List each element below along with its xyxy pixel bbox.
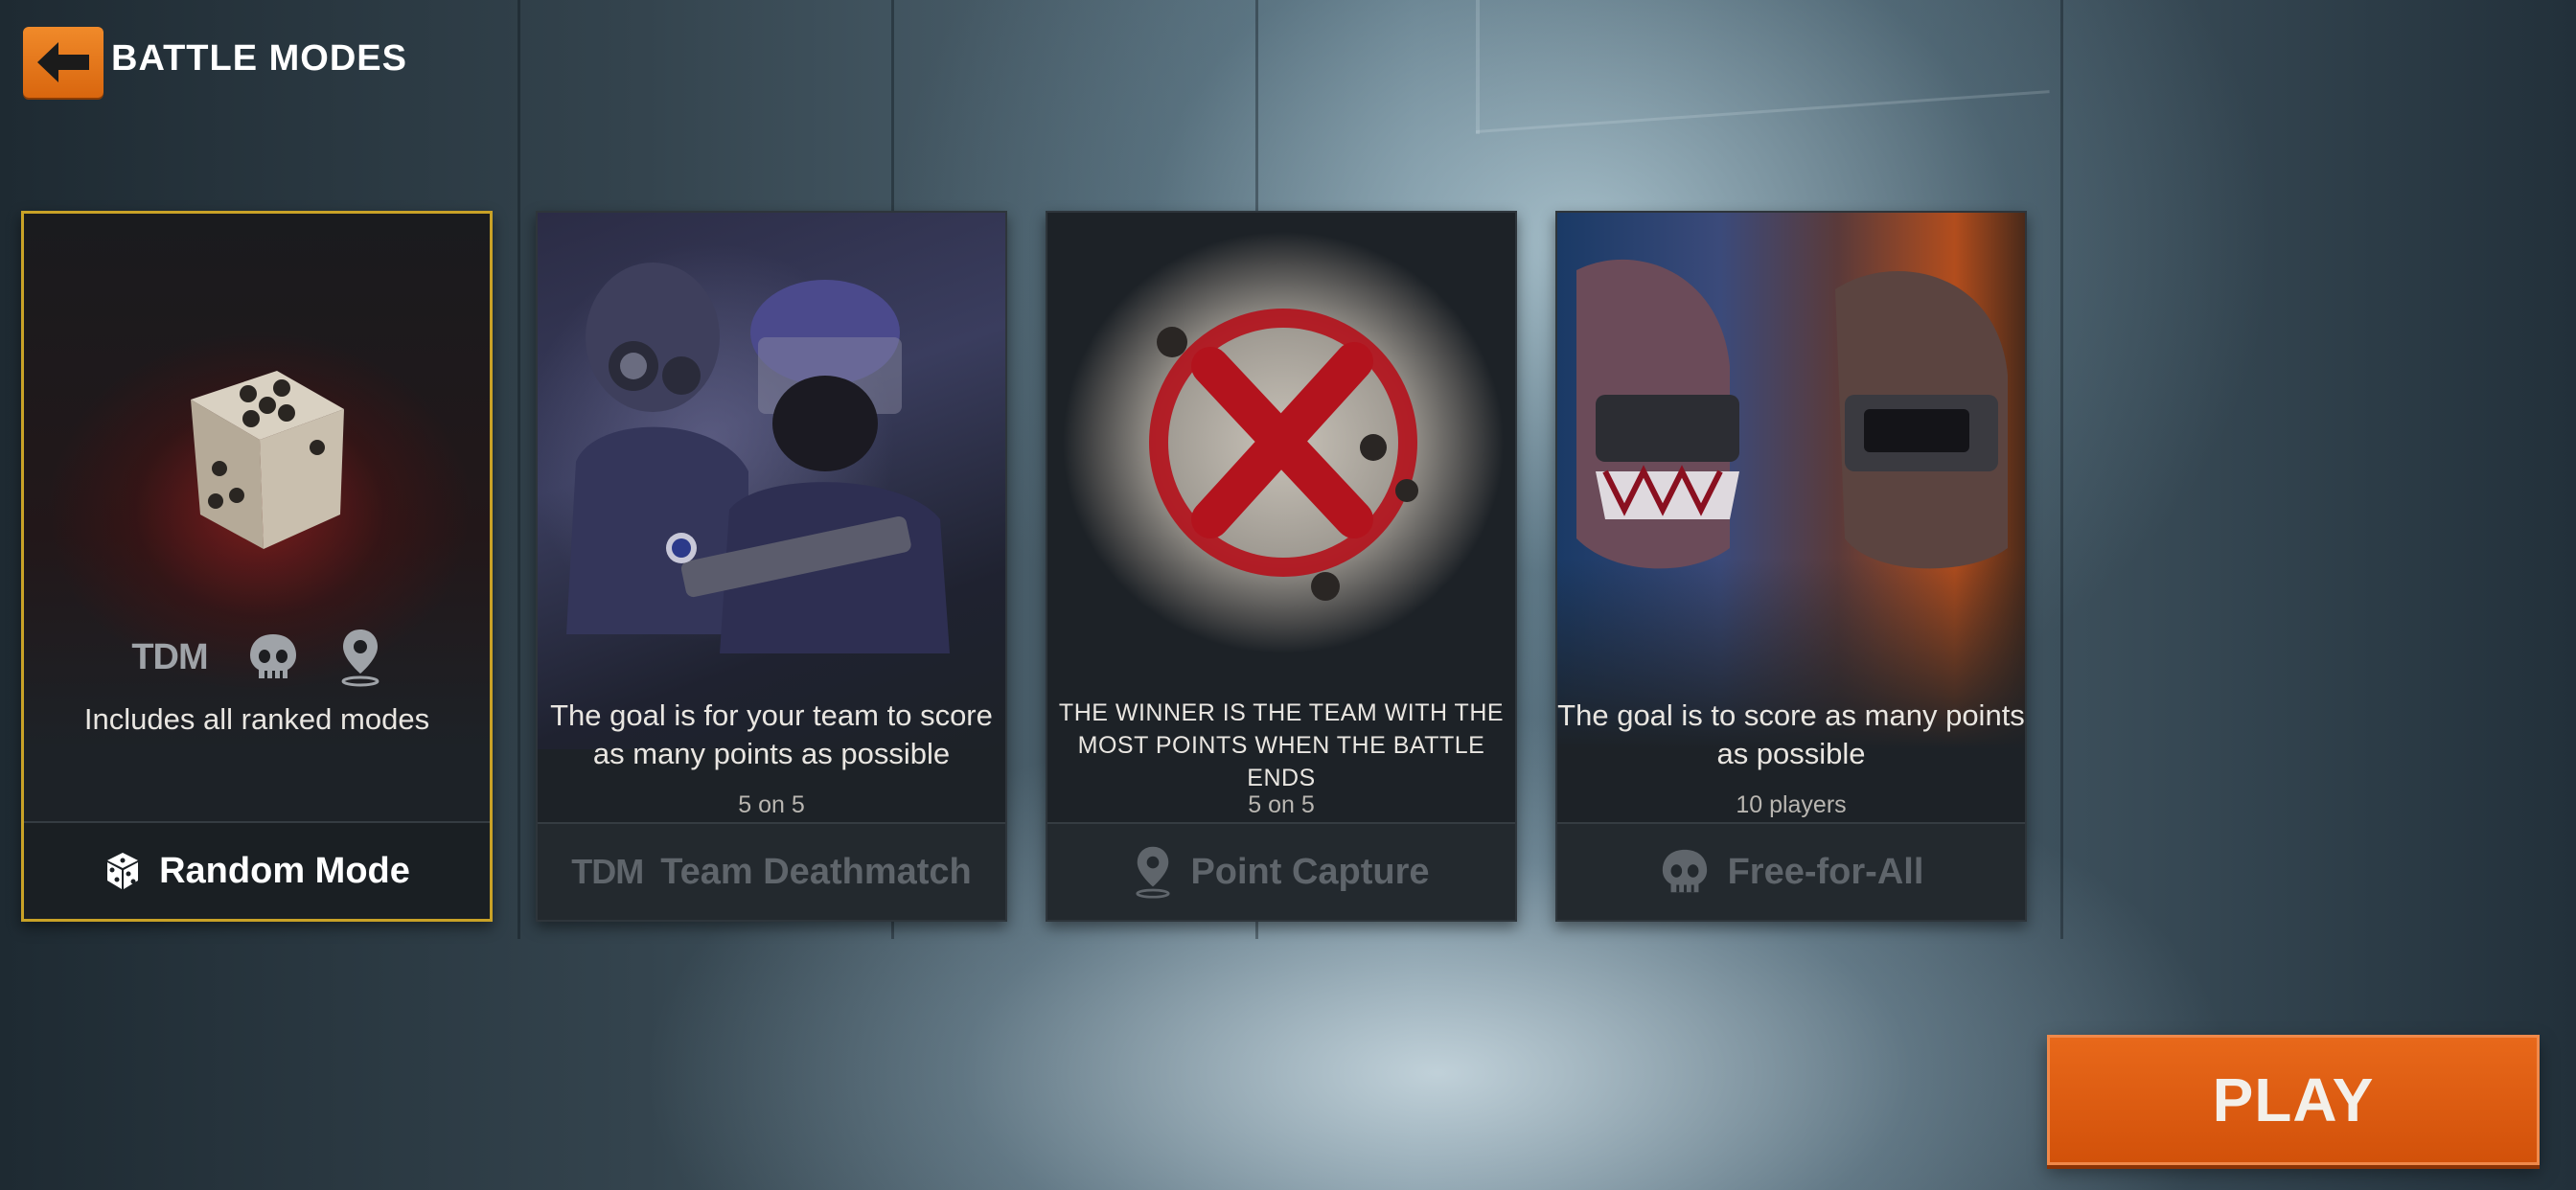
card-description: THE WINNER IS THE TEAM WITH THE MOST POI… xyxy=(1058,699,1505,791)
card-footer[interactable]: TDM Team Deathmatch xyxy=(538,822,1005,920)
dice-icon xyxy=(107,853,139,889)
player-count: 5 on 5 xyxy=(738,791,805,818)
card-art-soldiers xyxy=(538,213,1005,749)
card-footer[interactable]: Free-for-All xyxy=(1557,822,2025,920)
wall-texture xyxy=(518,0,520,939)
skull-icon xyxy=(1662,849,1707,893)
card-description: The goal is to score as many points as p… xyxy=(1557,698,2025,770)
card-art-helmets xyxy=(1557,213,2025,749)
mode-name: Point Capture xyxy=(1190,851,1430,892)
card-footer[interactable]: Point Capture xyxy=(1047,822,1515,920)
mode-card-free-for-all[interactable]: The goal is to score as many points as p… xyxy=(1555,211,2027,922)
dice-image xyxy=(191,371,344,549)
card-description: Includes all ranked modes xyxy=(83,702,430,736)
tdm-icon: TDM xyxy=(571,852,644,891)
wall-corner xyxy=(1476,0,1480,134)
mode-name: Free-for-All xyxy=(1727,851,1924,892)
soldiers-image xyxy=(566,263,950,653)
helmets-image xyxy=(1576,259,2008,569)
card-footer[interactable]: Random Mode xyxy=(24,821,490,919)
back-button[interactable] xyxy=(23,27,104,98)
map-pin-icon xyxy=(341,629,380,687)
mode-name: Team Deathmatch xyxy=(660,851,972,892)
mode-card-point-capture[interactable]: THE WINNER IS THE TEAM WITH THE MOST POI… xyxy=(1046,211,1517,922)
skull-icon xyxy=(249,634,296,678)
mode-card-random[interactable]: TDM Includes all ranked modes Random Mod… xyxy=(21,211,493,922)
page-title: BATTLE MODES xyxy=(111,38,407,79)
arrow-left-icon xyxy=(37,42,89,82)
play-button[interactable]: PLAY xyxy=(2047,1035,2540,1165)
player-count: 10 players xyxy=(1736,791,1847,818)
map-pin-icon xyxy=(1136,846,1171,899)
wall-corner xyxy=(1475,90,2050,133)
target-x-image xyxy=(1149,309,1418,601)
card-art-dice: TDM xyxy=(24,214,490,750)
mode-name: Random Mode xyxy=(159,850,410,891)
mode-card-team-deathmatch[interactable]: The goal is for your team to score as ma… xyxy=(536,211,1007,922)
card-art-target xyxy=(1047,213,1515,749)
wall-texture xyxy=(2060,0,2063,939)
mode-icons-row: TDM xyxy=(24,628,490,687)
card-description: The goal is for your team to score as ma… xyxy=(550,698,993,770)
tdm-icon: TDM xyxy=(131,636,208,677)
player-count: 5 on 5 xyxy=(1248,791,1315,818)
